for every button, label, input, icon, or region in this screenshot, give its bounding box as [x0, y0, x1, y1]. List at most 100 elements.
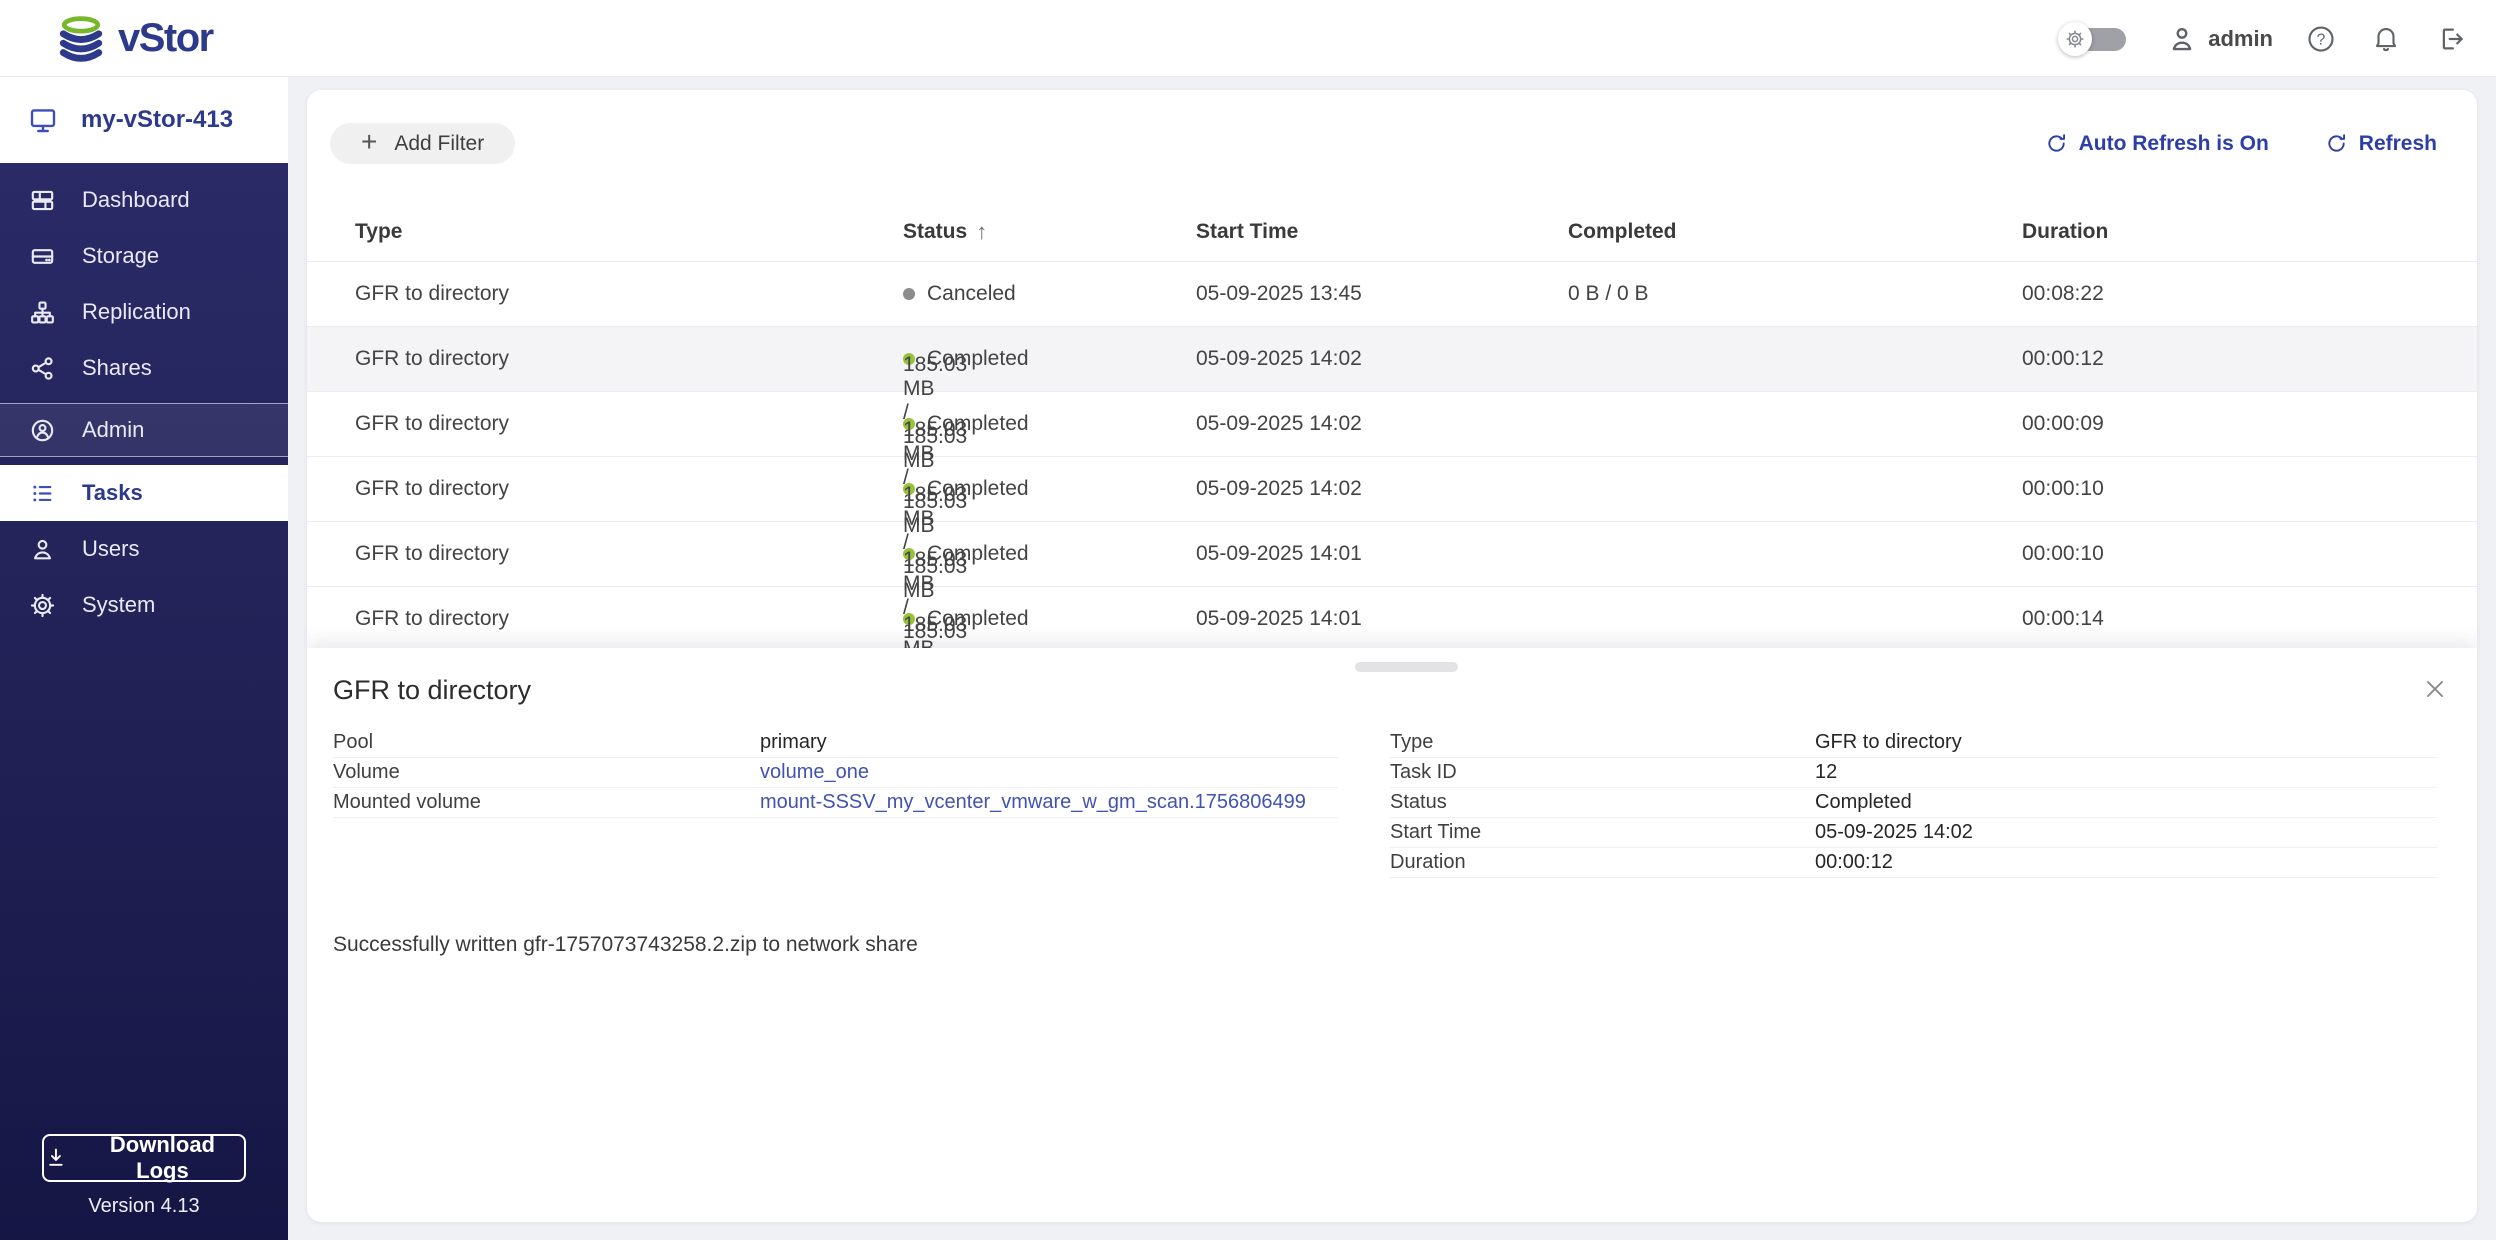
notifications-button[interactable]: [2369, 22, 2403, 56]
sidebar-item-label: Replication: [82, 299, 191, 324]
cell-status: 185.03 MB / 185.03 MB Completed: [903, 542, 1029, 667]
vstor-logo-icon: [59, 15, 103, 62]
sidebar-server[interactable]: my-vStor-413: [0, 77, 288, 163]
field-value: 12: [1815, 761, 1838, 783]
user-menu[interactable]: admin: [2167, 24, 2273, 54]
detail-field-row: Start Time 05-09-2025 14:02: [1390, 818, 2437, 848]
status-dot-icon: 185.03 MB / 185.03 MB: [903, 613, 968, 732]
field-label: Duration: [1390, 851, 1466, 873]
brand-wordmark: vStor: [118, 16, 214, 60]
column-header-completed[interactable]: Completed: [1568, 220, 2022, 244]
table-row[interactable]: GFR to directory 185.03 MB / 185.03 MB C…: [307, 522, 2477, 667]
table-row[interactable]: GFR to directory 185.03 MB / 185.03 MB C…: [307, 392, 2477, 537]
refresh-actions: Auto Refresh is On Refresh: [2045, 123, 2437, 164]
logout-button[interactable]: [2434, 22, 2468, 56]
column-header-start-time[interactable]: Start Time: [1196, 220, 1568, 244]
username-label: admin: [2208, 25, 2273, 51]
table-row[interactable]: GFR to directory Canceled 05-09-2025 13:…: [307, 262, 2477, 327]
detail-fields-right: Type GFR to directory Task ID 12 Status …: [1390, 728, 2437, 878]
sidebar-item-label: Tasks: [82, 480, 143, 505]
add-filter-label: Add Filter: [394, 131, 485, 155]
field-label: Start Time: [1390, 821, 1482, 843]
cell-duration: 00:00:10: [2022, 477, 2104, 500]
column-header-status[interactable]: Status ↑: [903, 219, 1196, 245]
dashboard-icon: [29, 187, 56, 214]
topbar: vStor admin ?: [0, 0, 2496, 77]
download-logs-label: Download Logs: [109, 1132, 215, 1183]
download-logs-button[interactable]: Download Logs: [42, 1132, 246, 1183]
help-button[interactable]: ?: [2304, 22, 2338, 56]
column-header-type[interactable]: Type: [355, 220, 903, 244]
detail-fields-left: Pool primary Volume volume_one Mounted v…: [333, 728, 1338, 818]
detail-message: Successfully written gfr-1757073743258.2…: [333, 933, 918, 956]
sidebar-item-label: Admin: [82, 417, 145, 442]
sidebar-item-users[interactable]: Users: [0, 521, 288, 577]
field-label: Volume: [333, 761, 400, 783]
detail-field-row: Duration 00:00:12: [1390, 848, 2437, 878]
cell-duration: 00:00:12: [2022, 347, 2104, 370]
field-label: Pool: [333, 731, 374, 753]
status-dot-icon: 185.03 MB / 185.03 MB: [903, 418, 968, 537]
shares-icon: [29, 355, 56, 382]
drag-handle[interactable]: [1355, 662, 1458, 672]
cell-status: Canceled: [903, 282, 1196, 306]
cell-start-time: 05-09-2025 14:01: [1196, 542, 1362, 565]
refresh-icon: [2047, 134, 2065, 152]
cell-duration: 00:00:14: [2022, 607, 2104, 630]
bell-icon: [2375, 27, 2397, 51]
table-row[interactable]: GFR to directory 185.03 MB / 185.03 MB C…: [307, 327, 2477, 472]
plus-icon: +: [361, 126, 378, 157]
tasks-icon: [29, 480, 56, 507]
sidebar-item-label: Users: [82, 536, 140, 561]
status-dot-icon: [903, 288, 915, 300]
cell-status: 185.03 MB / 185.03 MB Completed: [903, 412, 1029, 537]
detail-field-row: Task ID 12: [1390, 758, 2437, 788]
sidebar-item-admin[interactable]: Admin: [0, 403, 288, 457]
refresh-icon: [2328, 134, 2345, 152]
close-icon: [2427, 681, 2443, 697]
task-detail-panel: GFR to directory Pool primary Volume vol…: [307, 648, 2477, 1222]
cell-duration: 00:08:22: [2022, 282, 2104, 305]
user-icon: [2172, 27, 2192, 50]
auto-refresh-toggle[interactable]: Auto Refresh is On: [2045, 132, 2269, 156]
sidebar-item-dashboard[interactable]: Dashboard: [0, 172, 288, 228]
close-detail-button[interactable]: [2419, 673, 2451, 705]
table-row[interactable]: GFR to directory 185.03 MB / 185.03 MB C…: [307, 587, 2477, 732]
sidebar-item-shares[interactable]: Shares: [0, 340, 288, 396]
field-value: Completed: [1815, 791, 1912, 813]
cell-type: GFR to directory: [355, 477, 510, 500]
sidebar-item-system[interactable]: System: [0, 577, 288, 633]
field-label: Status: [1390, 791, 1447, 813]
refresh-button[interactable]: Refresh: [2325, 132, 2437, 156]
field-value-link[interactable]: mount-SSSV_my_vcenter_vmware_w_gm_scan.1…: [760, 791, 1338, 814]
sidebar-item-label: Shares: [82, 355, 152, 380]
theme-toggle[interactable]: [2058, 21, 2127, 57]
sidebar: my-vStor-413 Dashboard Storage Replicati…: [0, 77, 288, 1240]
cell-start-time: 05-09-2025 14:02: [1196, 477, 1362, 500]
svg-text:?: ?: [2317, 31, 2326, 48]
status-dot-icon: 185.03 MB / 185.03 MB: [903, 548, 968, 667]
gear-icon: [2058, 21, 2093, 56]
tasks-panel: + Add Filter Auto Refresh is On Refresh …: [307, 90, 2477, 1222]
cell-type: GFR to directory: [355, 412, 510, 435]
detail-field-row: Pool primary: [333, 728, 1338, 758]
sidebar-nav: Dashboard Storage Replication Shares Adm…: [0, 172, 288, 633]
sort-asc-icon: ↑: [976, 218, 988, 244]
sidebar-item-tasks[interactable]: Tasks: [0, 465, 288, 521]
table-row[interactable]: GFR to directory 185.03 MB / 185.03 MB C…: [307, 457, 2477, 602]
help-icon: ?: [2308, 25, 2334, 52]
sidebar-item-storage[interactable]: Storage: [0, 228, 288, 284]
sidebar-item-replication[interactable]: Replication: [0, 284, 288, 340]
monitor-icon: [30, 109, 56, 133]
column-header-duration[interactable]: Duration: [2022, 220, 2477, 244]
field-label: Task ID: [1390, 761, 1457, 783]
detail-field-row: Mounted volume mount-SSSV_my_vcenter_vmw…: [333, 788, 1338, 818]
add-filter-button[interactable]: + Add Filter: [330, 123, 516, 164]
cell-start-time: 05-09-2025 14:02: [1196, 412, 1362, 435]
field-value-link[interactable]: volume_one: [760, 761, 1338, 784]
detail-title: GFR to directory: [333, 675, 532, 705]
cell-completed: 0 B / 0 B: [1568, 282, 1649, 305]
admin-icon: [29, 417, 56, 444]
cell-status: 185.03 MB / 185.03 MB Completed: [903, 477, 1029, 602]
cell-type: GFR to directory: [355, 607, 510, 630]
